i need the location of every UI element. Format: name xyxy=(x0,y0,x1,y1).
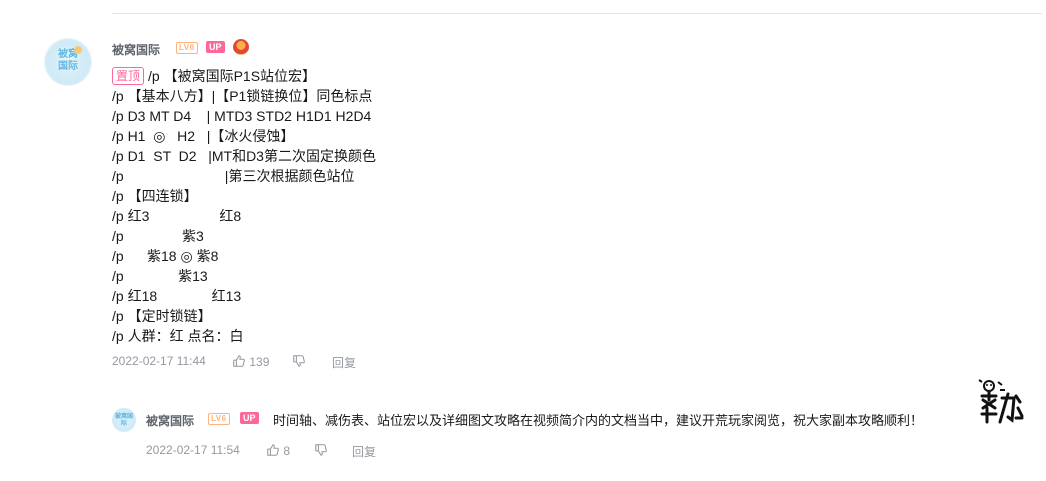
comment-line: /p 紫18 ◎ 紫8 xyxy=(112,248,219,264)
comment-content: 置顶/p 【被窝国际P1S站位宏】 /p 【基本八方】|【P1锁链换位】同色标点… xyxy=(112,66,912,346)
comment-username[interactable]: 被窝国际 xyxy=(112,41,160,58)
comment-line: /p 人群：红 点名：白 xyxy=(112,328,244,344)
reply-like-button[interactable]: 8 xyxy=(266,443,290,458)
thumb-up-icon xyxy=(233,355,245,367)
reply-username[interactable]: 被窝国际 xyxy=(146,412,194,429)
thumb-down-icon xyxy=(293,355,305,367)
comment-line: /p 紫3 xyxy=(112,228,204,244)
top-divider xyxy=(112,13,1042,14)
reply-up-badge: UP xyxy=(240,412,259,424)
reply-avatar[interactable]: 被窝国际 xyxy=(112,408,136,432)
comment-line: /p 【基本八方】|【P1锁链换位】同色标点 xyxy=(112,88,373,104)
reply-dislike-button[interactable] xyxy=(314,443,328,458)
dislike-button[interactable] xyxy=(292,354,306,369)
comment-line: /p D1 ST D2 |MT和D3第二次固定换颜色 xyxy=(112,148,376,164)
comment-line: /p 【四连锁】 xyxy=(112,188,198,204)
thumb-up-icon xyxy=(267,444,279,456)
avatar-decoration xyxy=(74,46,82,54)
comment-line: /p H1 ◎ H2 |【冰火侵蚀】 xyxy=(112,128,295,144)
comment-line: /p |第三次根据颜色站位 xyxy=(112,168,355,184)
pin-tag: 置顶 xyxy=(112,67,145,85)
comment-line: /p D3 MT D4 | MTD3 STD2 H1D1 H2D4 xyxy=(112,108,372,124)
comment-line: 置顶/p 【被窝国际P1S站位宏】 xyxy=(112,66,912,86)
fan-medal-icon xyxy=(233,39,249,55)
thumb-down-icon xyxy=(315,444,327,456)
avatar[interactable]: 被窝 国际 xyxy=(44,38,92,86)
comment-line: /p 【定时锁链】 xyxy=(112,308,212,324)
reply-like-count: 8 xyxy=(283,444,291,458)
like-count: 139 xyxy=(249,355,270,369)
reply-avatar-text: 被窝国际 xyxy=(115,414,134,427)
comment-timestamp: 2022-02-17 11:44 xyxy=(112,354,206,368)
comment-line: /p 紫13 xyxy=(112,268,208,284)
reply-meta: 2022-02-17 11:54 8 回复 xyxy=(146,443,546,459)
reply-text: 时间轴、减伤表、站位宏以及详细图文攻略在视频简介内的文档当中，建议开荒玩家阅览，… xyxy=(273,413,924,428)
like-button[interactable]: 139 xyxy=(232,354,269,369)
cheer-sticker-icon xyxy=(978,379,1024,424)
reply-reply-button[interactable]: 回复 xyxy=(352,443,376,460)
level-badge: LV6 xyxy=(176,42,198,54)
reply-button[interactable]: 回复 xyxy=(332,354,356,371)
comment-line: /p 红3 红8 xyxy=(112,208,242,224)
reply-timestamp: 2022-02-17 11:54 xyxy=(146,443,240,457)
comment-line: /p 红18 红13 xyxy=(112,288,242,304)
comment-meta: 2022-02-17 11:44 139 回复 xyxy=(112,354,512,370)
up-badge: UP xyxy=(206,41,225,53)
reply-level-badge: LV6 xyxy=(208,413,230,425)
